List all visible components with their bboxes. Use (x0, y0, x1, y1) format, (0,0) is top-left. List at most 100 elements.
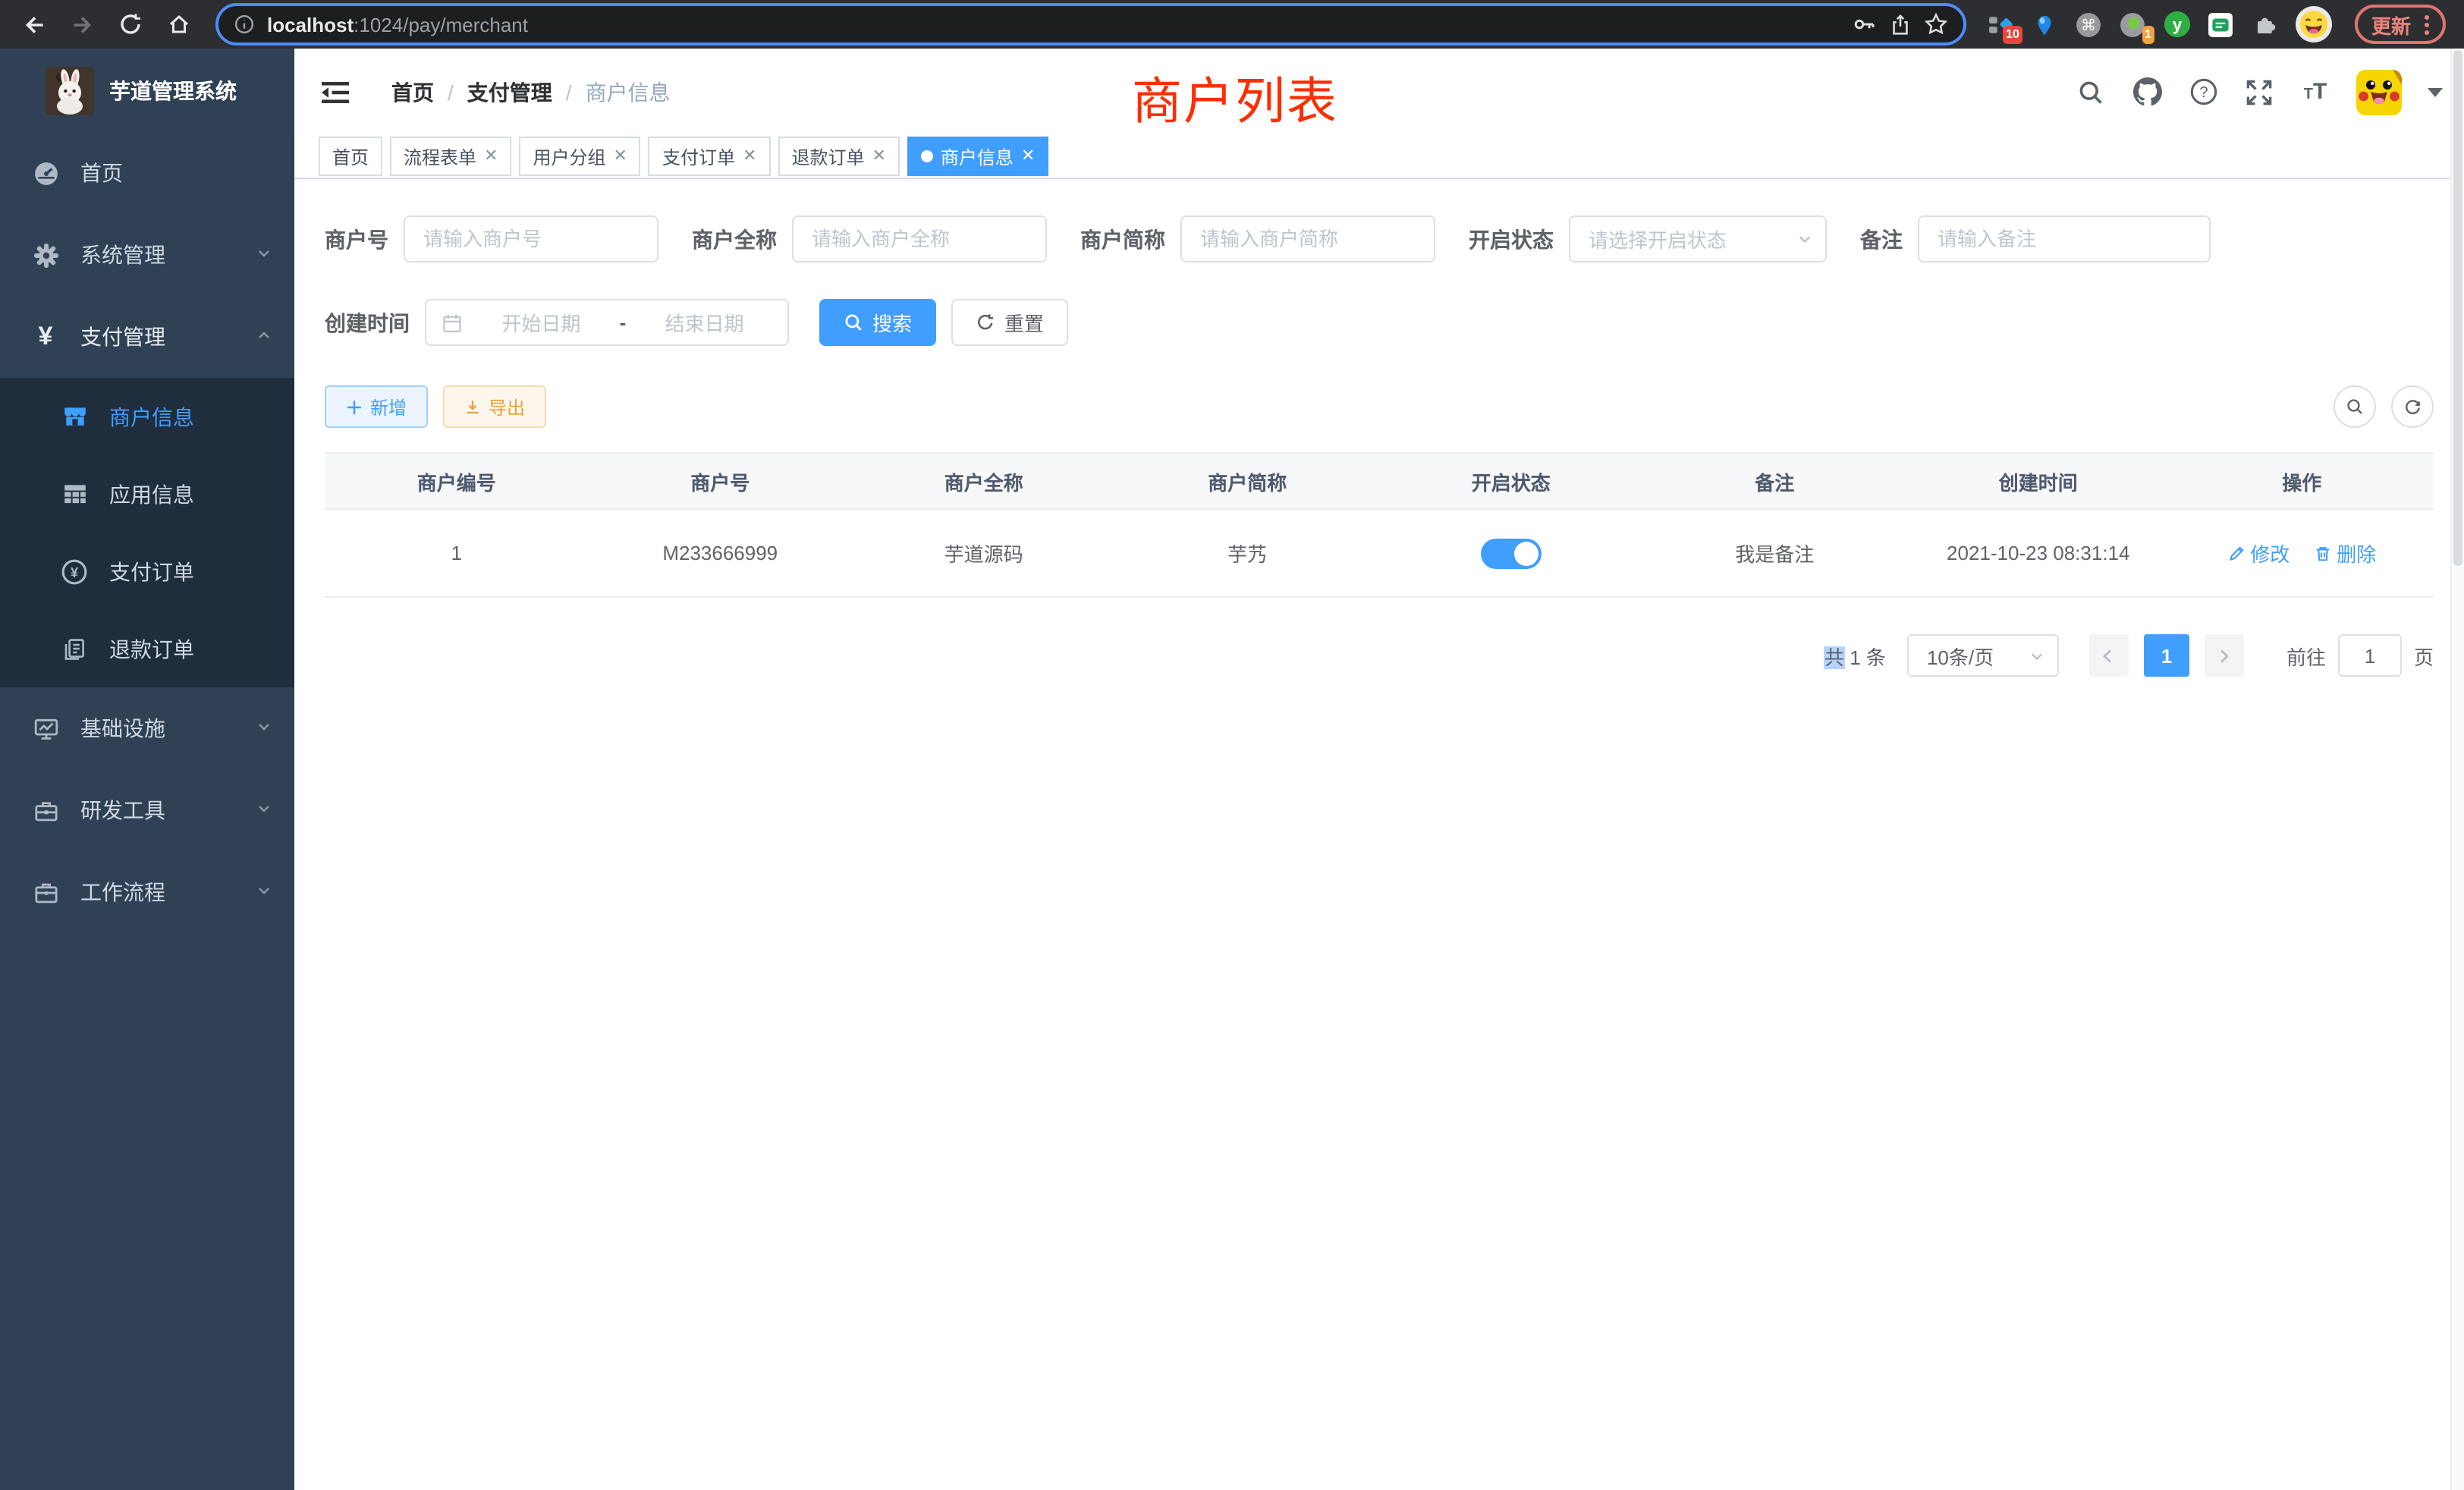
browser-home-button[interactable] (158, 3, 200, 46)
pagination-total: 共 1 条 (1824, 641, 1886, 670)
col-full-name: 商户全称 (852, 467, 1116, 495)
scrollbar-thumb[interactable] (2453, 50, 2462, 566)
status-toggle[interactable] (1481, 538, 1542, 568)
pagination: 共 1 条 10条/页 1 (325, 634, 2434, 677)
sidebar-item-home[interactable]: 首页 (0, 132, 294, 214)
merchant-no-input[interactable] (404, 215, 658, 262)
extension-pin-icon[interactable] (2032, 11, 2059, 38)
short-name-label: 商户简称 (1080, 224, 1165, 254)
sidebar-item-system[interactable]: 系统管理 (0, 214, 294, 296)
browser-reload-button[interactable] (109, 3, 152, 46)
add-button[interactable]: 新增 (325, 385, 428, 428)
extension-y-icon[interactable]: y (2164, 11, 2191, 38)
sidebar-fold-icon[interactable] (322, 78, 349, 105)
sidebar-item-label: 支付管理 (80, 322, 165, 352)
browser-back-button[interactable] (12, 3, 55, 46)
sidebar-item-merchant-info[interactable]: 商户信息 (0, 378, 294, 455)
browser-extensions: 10 ⌘ 1 y 更新 (1982, 5, 2452, 44)
sidebar-item-label: 系统管理 (80, 240, 165, 270)
tab-user-group[interactable]: 用户分组 (520, 137, 641, 176)
chevron-down-icon (255, 798, 273, 822)
page-scrollbar[interactable] (2450, 49, 2464, 1490)
pagination-goto: 前往 页 (2286, 634, 2434, 677)
remark-input[interactable] (1918, 215, 2211, 262)
short-name-input[interactable] (1180, 215, 1435, 262)
status-select[interactable]: 请选择开启状态 (1569, 215, 1827, 262)
delete-link[interactable]: 删除 (2314, 539, 2376, 567)
prev-page-button[interactable] (2089, 634, 2129, 677)
close-icon[interactable] (1021, 148, 1035, 165)
cell-status (1379, 538, 1643, 568)
close-icon[interactable] (743, 148, 756, 165)
create-time-range-picker[interactable]: 开始日期 - 结束日期 (425, 299, 789, 346)
url-bar[interactable]: localhost:1024/pay/merchant (215, 3, 1966, 46)
sidebar-item-pay[interactable]: ¥ 支付管理 (0, 296, 294, 378)
table-toolbar: 新增 导出 (325, 385, 2434, 428)
page-content: 商户号 商户全称 商户简称 开启状态 请选择开启状态 (294, 179, 2464, 1490)
cell-merchant-no: M233666999 (589, 542, 853, 564)
sidebar-item-label: 基础设施 (80, 713, 165, 743)
tab-refund-order[interactable]: 退款订单 (778, 137, 899, 176)
start-date-placeholder: 开始日期 (473, 308, 609, 337)
browser-forward-button[interactable] (61, 3, 103, 46)
breadcrumb-pay[interactable]: 支付管理 (467, 77, 552, 107)
extension-command-icon[interactable]: ⌘ (2076, 11, 2103, 38)
extensions-puzzle-icon[interactable] (2252, 11, 2279, 38)
share-icon[interactable] (1889, 13, 1912, 36)
breadcrumb-separator: / (448, 80, 454, 104)
search-button[interactable]: 搜索 (819, 299, 936, 346)
merchant-no-label: 商户号 (325, 224, 388, 254)
site-info-icon[interactable] (234, 14, 255, 35)
edit-link[interactable]: 修改 (2227, 539, 2290, 567)
goto-page-input[interactable] (2338, 634, 2402, 677)
next-page-button[interactable] (2205, 634, 2244, 677)
sidebar-item-app-info[interactable]: 应用信息 (0, 455, 294, 533)
table-row: 1 M233666999 芋道源码 芋艿 我是备注 2021-10-23 08:… (325, 510, 2434, 598)
browser-update-button[interactable]: 更新 (2355, 5, 2446, 44)
sidebar-item-dev-tools[interactable]: 研发工具 (0, 769, 294, 851)
sidebar-item-infra[interactable]: 基础设施 (0, 687, 294, 769)
full-name-input[interactable] (792, 215, 1047, 262)
browser-menu-icon[interactable] (2425, 14, 2429, 34)
refresh-button[interactable] (2391, 385, 2434, 428)
reset-button[interactable]: 重置 (951, 299, 1068, 346)
chevron-down-icon (255, 716, 273, 740)
tab-process-form[interactable]: 流程表单 (390, 137, 511, 176)
extension-chat-icon[interactable] (2208, 11, 2235, 38)
sidebar-item-refund-order[interactable]: 退款订单 (0, 610, 294, 687)
right-toolbar (2334, 385, 2434, 428)
sidebar-item-workflow[interactable]: 工作流程 (0, 851, 294, 933)
bookmark-star-icon[interactable] (1924, 12, 1948, 36)
close-icon[interactable] (614, 148, 627, 165)
github-icon[interactable] (2132, 77, 2162, 107)
search-icon[interactable] (2076, 77, 2106, 107)
page-number-1[interactable]: 1 (2144, 634, 2189, 677)
app-logo[interactable]: 芋道管理系统 (0, 49, 294, 132)
sidebar-item-label: 退款订单 (109, 633, 194, 664)
password-key-icon[interactable] (1853, 12, 1877, 36)
avatar-dropdown-caret[interactable] (2428, 87, 2443, 96)
user-avatar[interactable] (2356, 69, 2402, 115)
tab-pay-order[interactable]: 支付订单 (649, 137, 770, 176)
browser-toolbar: localhost:1024/pay/merchant 10 ⌘ (0, 0, 2464, 49)
sidebar-item-label: 商户信息 (109, 401, 194, 432)
tab-merchant-info[interactable]: 商户信息 (907, 137, 1048, 176)
breadcrumb-home[interactable]: 首页 (391, 77, 434, 107)
page-size-select[interactable]: 10条/页 (1907, 634, 2059, 677)
extension-status-icon[interactable]: 1 (2120, 11, 2147, 38)
fullscreen-icon[interactable] (2244, 77, 2274, 107)
filter-row-1: 商户号 商户全称 商户简称 开启状态 请选择开启状态 (325, 215, 2434, 262)
browser-profile-avatar[interactable] (2296, 6, 2332, 42)
toggle-search-button[interactable] (2334, 385, 2376, 428)
extension-boards-icon[interactable]: 10 (1988, 11, 2015, 38)
close-icon[interactable] (872, 148, 885, 165)
breadcrumb: 首页 / 支付管理 / 商户信息 (391, 77, 671, 107)
create-time-label: 创建时间 (325, 307, 410, 338)
tab-home[interactable]: 首页 (319, 137, 382, 176)
export-button[interactable]: 导出 (443, 385, 546, 428)
sidebar-item-pay-order[interactable]: ¥ 支付订单 (0, 533, 294, 610)
close-icon[interactable] (484, 148, 498, 165)
main-panel: 首页 / 支付管理 / 商户信息 商户列表 ? (294, 49, 2464, 1490)
help-icon[interactable]: ? (2188, 77, 2218, 107)
font-size-icon[interactable]: TT (2300, 77, 2330, 107)
